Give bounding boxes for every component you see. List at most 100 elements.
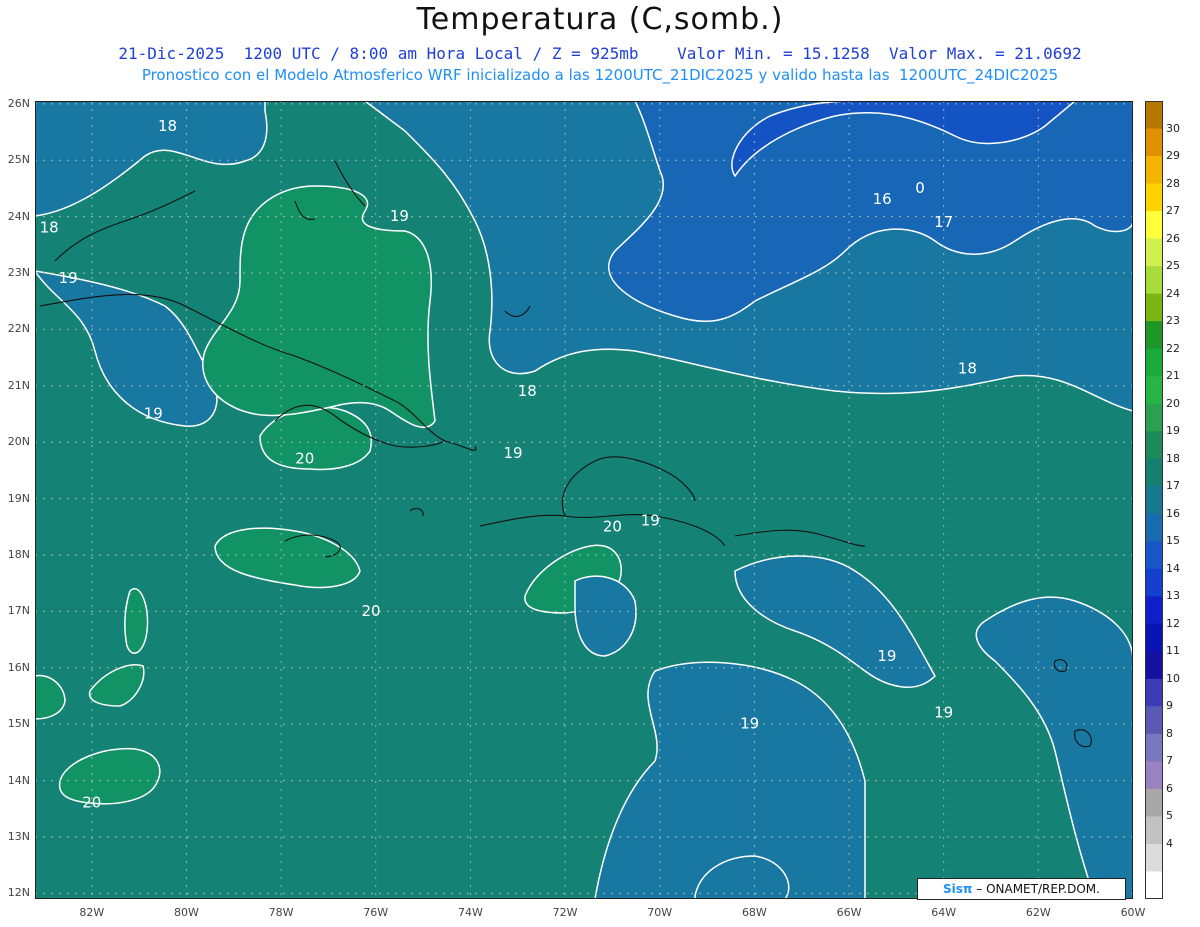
colorbar-swatch [1145,431,1163,460]
lon-label: 82W [79,906,105,919]
colorbar-label: 18 [1166,451,1180,465]
colorbar-swatch [1145,403,1163,432]
colorbar-swatch [1145,761,1163,790]
subtitle-line-2: Pronostico con el Modelo Atmosferico WRF… [141,66,1059,84]
colorbar-label: 8 [1166,726,1173,740]
credit-box: Sisπ – ONAMET/REP.DOM. [917,878,1126,900]
colorbar-swatch [1145,843,1163,872]
colorbar-swatch [1145,788,1163,817]
colorbar-swatch [1145,376,1163,405]
colorbar [1145,101,1163,899]
credit-text: – ONAMET/REP.DOM. [976,882,1100,896]
colorbar-label: 17 [1166,479,1180,493]
subtitle-line-1: 21-Dic-2025 1200 UTC / 8:00 am Hora Loca… [118,44,1082,63]
colorbar-swatch [1145,513,1163,542]
colorbar-swatch [1145,568,1163,597]
colorbar-swatch [1145,266,1163,295]
colorbar-label: 11 [1166,644,1180,658]
contour-label: 18 [958,359,977,377]
colorbar-label: 16 [1166,506,1180,520]
lon-label: 70W [647,906,673,919]
colorbar-swatch [1145,706,1163,735]
lat-label: 12N [7,886,30,900]
lon-label: 60W [1120,906,1146,919]
lat-label: 25N [7,153,30,167]
temperature-map: 18 18 19 19 16 0 17 18 18 19 20 19 20 19 20 19 19 19 20 [35,101,1133,899]
lat-label: 26N [7,96,30,110]
contour-label: 19 [740,715,759,733]
contour-label: 20 [82,794,101,812]
colorbar-swatch [1145,183,1163,212]
contour-label: 17 [934,213,953,231]
lon-label: 72W [552,906,578,919]
colorbar-label: 25 [1166,259,1180,273]
contour-label: 18 [518,382,537,400]
colorbar-label: 23 [1166,314,1180,328]
colorbar-label: 30 [1166,121,1180,135]
contour-label: 19 [641,512,660,530]
colorbar-label: 28 [1166,176,1180,190]
colorbar-label: 27 [1166,204,1180,218]
lat-label: 15N [7,717,30,731]
colorbar-label: 21 [1166,369,1180,383]
colorbar-label: 15 [1166,534,1180,548]
contour-label: 0 [915,179,925,197]
colorbar-swatch [1145,293,1163,322]
colorbar-swatch [1145,238,1163,267]
colorbar-label: 20 [1166,396,1180,410]
lon-label: 78W [268,906,294,919]
contour-label: 20 [295,450,314,468]
contour-label: 19 [503,444,522,462]
colorbar-swatch [1145,596,1163,625]
lat-label: 17N [7,604,30,618]
colorbar-label: 10 [1166,671,1180,685]
lat-label: 21N [7,378,30,392]
colorbar-label: 6 [1166,781,1173,795]
colorbar-label: 19 [1166,424,1180,438]
contour-label: 18 [40,218,59,236]
colorbar-label: 12 [1166,616,1180,630]
colorbar-swatch [1145,348,1163,377]
colorbar-swatch [1145,128,1163,157]
lat-label: 16N [7,660,30,674]
colorbar-swatch [1145,321,1163,350]
contour-label: 18 [158,117,177,135]
colorbar-swatch [1145,678,1163,707]
contour-label: 20 [361,602,380,620]
colorbar-label: 22 [1166,341,1180,355]
colorbar-label: 26 [1166,231,1180,245]
contour-label: 19 [934,703,953,721]
credit-brand: Sisπ [943,882,973,896]
colorbar-label: 24 [1166,286,1180,300]
lon-label: 66W [836,906,862,919]
contour-label: 19 [390,207,409,225]
chart-title: Temperatura (C,somb.) [416,2,784,37]
lon-label: 68W [741,906,767,919]
colorbar-swatch [1145,733,1163,762]
colorbar-swatch [1145,871,1163,899]
lon-label: 80W [174,906,199,919]
lat-label: 22N [7,322,30,336]
colorbar-label: 7 [1166,754,1173,768]
colorbar-swatch [1145,211,1163,240]
colorbar-label: 4 [1166,836,1173,850]
lon-label: 76W [363,906,389,919]
lat-label: 18N [7,547,30,561]
lon-label: 62W [1025,906,1051,919]
colorbar-swatch [1145,486,1163,515]
lat-label: 19N [7,491,30,505]
contour-label: 16 [873,190,892,208]
contour-label: 19 [144,404,163,422]
colorbar-swatch [1145,651,1163,680]
colorbar-swatch [1145,101,1163,130]
contour-label: 19 [59,269,78,287]
lat-label: 14N [7,773,30,787]
colorbar-swatch [1145,816,1163,845]
colorbar-label: 29 [1166,149,1180,163]
zone-20-west-3 [124,588,149,654]
contour-label: 19 [877,647,896,665]
lat-label: 24N [7,209,30,223]
lat-label: 23N [7,266,30,279]
lon-label: 74W [457,906,483,919]
colorbar-label: 14 [1166,561,1180,575]
